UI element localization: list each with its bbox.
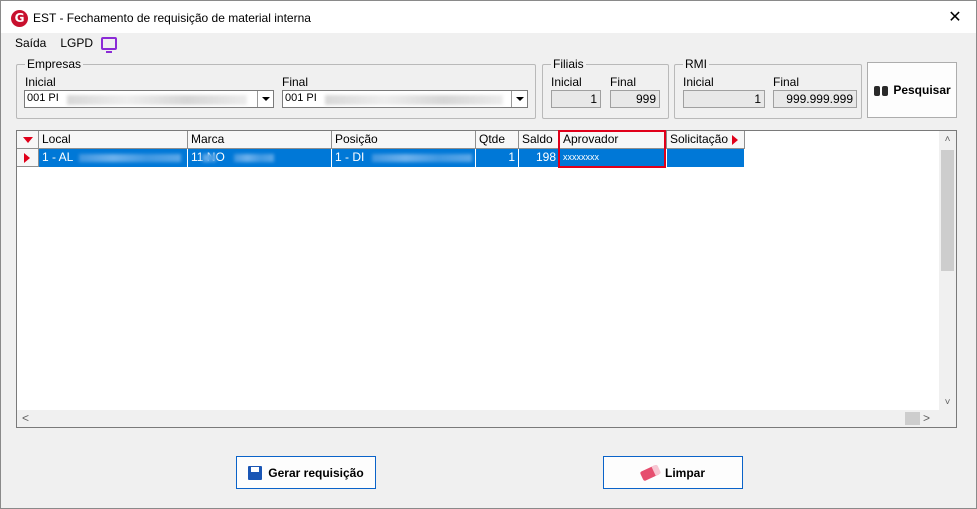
menu-bar: Saída LGPD [15,34,118,53]
scroll-right-icon[interactable]: > [923,412,930,425]
limpar-label: Limpar [664,465,705,480]
empresa-inicial-value: 001 PI [27,92,59,104]
cell-marca[interactable]: 11 NO [188,149,332,167]
cell-posicao[interactable]: 1 - DI [332,149,476,167]
table-row[interactable]: 1 - AL 11 NO 1 - DI 1 198 xxxxxxxx [17,149,745,167]
scroll-right-icon[interactable] [732,135,738,145]
filial-inicial-label: Inicial [551,75,582,89]
row-indicator [17,149,39,167]
scroll-up-icon[interactable]: ˄ [943,135,952,145]
rmi-final-label: Final [773,75,800,89]
column-header-aprovador[interactable]: Aprovador [560,131,667,149]
cell-solicitacao[interactable] [667,149,745,167]
pesquisar-button[interactable]: Pesquisar [867,62,957,118]
cell-local-text: 1 - AL [42,150,74,164]
column-header-solicitacao-label: Solicitação [670,132,729,146]
cell-aprovador[interactable]: xxxxxxxx [560,149,667,167]
chevron-down-icon[interactable] [511,91,527,107]
column-header-solicitacao[interactable]: Solicitação [667,131,745,149]
app-logo-icon: G [11,10,28,27]
empresa-final-combo[interactable]: 001 PI [282,90,528,108]
vertical-scroll-thumb[interactable] [941,150,954,271]
cell-local[interactable]: 1 - AL [39,149,188,167]
limpar-button[interactable]: Limpar [603,456,743,489]
empresa-final-value: 001 PI [285,92,317,104]
rmi-inicial-label: Inicial [683,75,714,89]
column-header-saldo[interactable]: Saldo [519,131,560,149]
rmi-final-field[interactable]: 999.999.999 [773,90,857,108]
horizontal-scrollbar[interactable]: < > [17,410,956,427]
cell-posicao-text: 1 - DI [335,150,365,164]
column-header-posicao[interactable]: Posição [332,131,476,149]
redacted-text [325,95,503,105]
filial-inicial-field[interactable]: 1 [551,90,601,108]
menu-item-lgpd[interactable]: LGPD [60,36,93,50]
close-icon[interactable]: ✕ [944,7,966,27]
column-header-local[interactable]: Local [39,131,188,149]
empresa-final-label: Final [282,75,309,89]
filiais-legend: Filiais [553,57,584,71]
vertical-scrollbar[interactable]: ˄ ˅ [939,131,956,411]
window-title: EST - Fechamento de requisição de materi… [33,11,311,25]
redacted-text [372,154,472,162]
redacted-text [234,154,274,162]
results-grid[interactable]: Local Marca Posição Qtde Saldo Aprovador… [16,130,957,428]
redacted-text [202,154,216,162]
gerar-requisicao-label: Gerar requisição [268,465,364,480]
grid-header: Local Marca Posição Qtde Saldo Aprovador… [17,131,745,149]
column-header-marca[interactable]: Marca [188,131,332,149]
scroll-down-icon[interactable]: ˅ [943,398,952,408]
empresas-group: Empresas [16,57,536,119]
redacted-text [79,154,181,162]
horizontal-scroll-thumb[interactable] [905,412,920,425]
save-disk-icon [248,465,263,480]
eraser-icon [639,464,661,481]
binoculars-icon [873,83,889,97]
cell-saldo[interactable]: 198 [519,149,560,167]
filial-final-field[interactable]: 999 [610,90,660,108]
gerar-requisicao-button[interactable]: Gerar requisição [236,456,376,489]
empresa-inicial-combo[interactable]: 001 PI [24,90,274,108]
main-window: G EST - Fechamento de requisição de mate… [0,0,977,509]
current-row-icon [24,153,30,163]
filial-final-label: Final [610,75,637,89]
title-bar: G EST - Fechamento de requisição de mate… [1,1,976,33]
pesquisar-label: Pesquisar [893,83,951,97]
menu-item-saida[interactable]: Saída [15,36,46,50]
grid-indicator-header[interactable] [17,131,39,149]
column-header-qtde[interactable]: Qtde [476,131,519,149]
empresas-legend: Empresas [27,57,82,71]
monitor-icon[interactable] [101,36,118,53]
cell-qtde[interactable]: 1 [476,149,519,167]
rmi-inicial-field[interactable]: 1 [683,90,765,108]
chevron-down-icon[interactable] [257,91,273,107]
rmi-legend: RMI [685,57,707,71]
scroll-left-icon[interactable]: < [22,412,29,425]
redacted-text [67,95,247,105]
empresa-inicial-label: Inicial [25,75,56,89]
sort-down-icon [23,137,33,143]
